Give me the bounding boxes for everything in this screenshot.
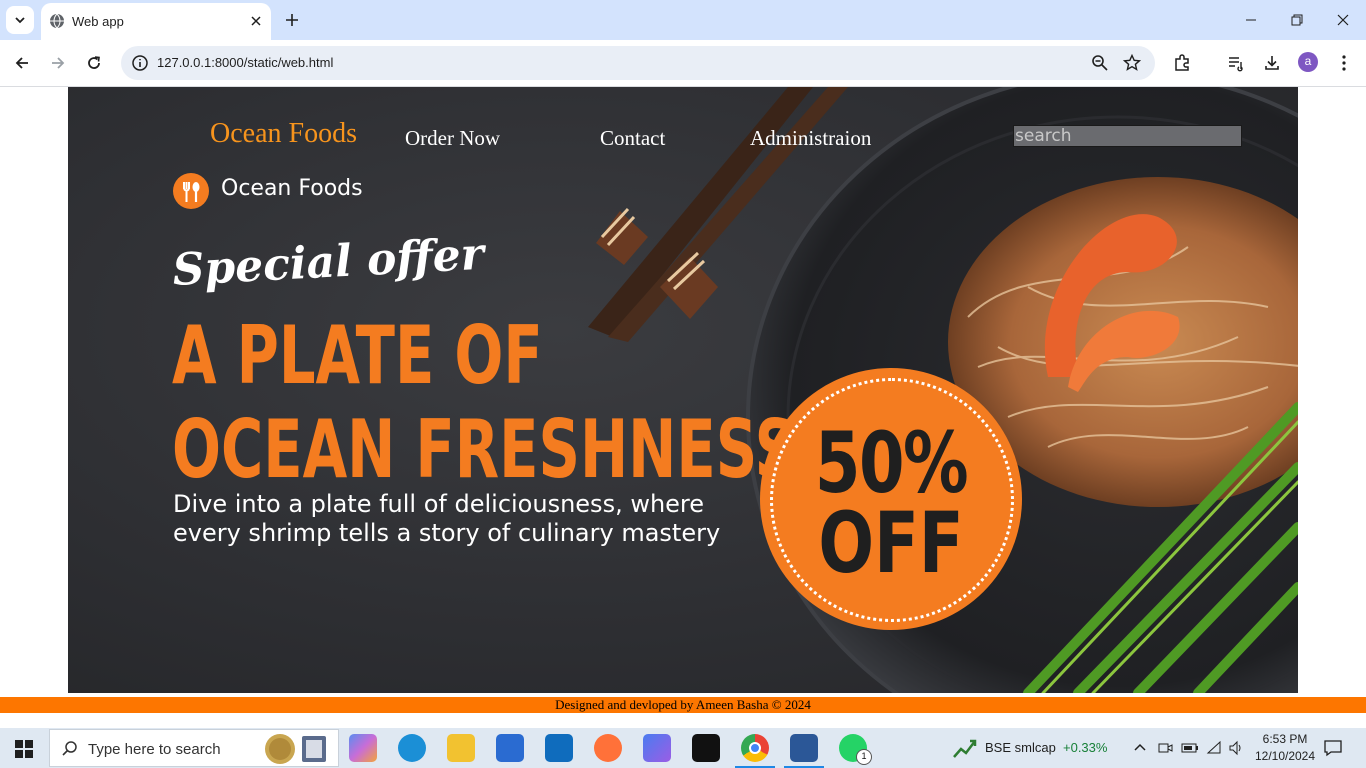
close-icon [1337, 14, 1349, 26]
chrome-app-icon[interactable] [741, 734, 769, 762]
reload-button[interactable] [82, 51, 106, 75]
bookmark-star-icon[interactable] [1123, 54, 1141, 72]
firefox-app-icon[interactable] [594, 734, 622, 762]
address-bar[interactable]: 127.0.0.1:8000/static/web.html [121, 46, 1155, 80]
windows-start-icon[interactable] [15, 740, 33, 758]
browser-menu-button[interactable] [1332, 51, 1356, 75]
outlook-app-icon[interactable] [545, 734, 573, 762]
hero-description: Dive into a plate full of deliciousness,… [173, 490, 721, 547]
page-viewport: Ocean Foods Order Now Contact Administra… [0, 87, 1366, 727]
puzzle-icon [1175, 54, 1189, 71]
restore-button[interactable] [1274, 0, 1320, 40]
forward-button[interactable] [46, 51, 70, 75]
discount-off-label: OFF [818, 494, 964, 592]
page-footer: Designed and devloped by Ameen Basha © 2… [0, 697, 1366, 713]
taskbar-search-placeholder: Type here to search [88, 741, 221, 758]
close-window-button[interactable] [1320, 0, 1366, 40]
nav-brand[interactable]: Ocean Foods [210, 118, 357, 150]
stock-widget-name[interactable]: BSE smlcap [985, 740, 1056, 755]
tab-search-button[interactable] [6, 6, 34, 34]
nav-link-contact[interactable]: Contact [600, 126, 665, 151]
restaurant-logo-icon [173, 173, 209, 209]
nav-link-administration[interactable]: Administraion [750, 126, 871, 151]
close-icon [251, 16, 261, 26]
back-button[interactable] [10, 51, 34, 75]
media-control-button[interactable] [1224, 51, 1248, 75]
browser-toolbar: 127.0.0.1:8000/static/web.html a [0, 40, 1366, 87]
edge-app-icon[interactable] [398, 734, 426, 762]
nobel-medal-icon [265, 734, 326, 764]
url-text[interactable]: 127.0.0.1:8000/static/web.html [157, 55, 333, 70]
logo-text: Ocean Foods [221, 176, 363, 201]
arrow-left-icon [15, 57, 28, 69]
profile-avatar[interactable]: a [1298, 52, 1318, 72]
clock-date[interactable]: 12/10/2024 [1250, 749, 1320, 763]
stock-widget-change[interactable]: +0.33% [1063, 740, 1107, 755]
extensions-button[interactable] [1170, 51, 1194, 75]
more-vertical-icon [1342, 55, 1346, 71]
browser-tab[interactable]: Web app [41, 3, 271, 40]
plus-icon [286, 14, 298, 26]
news-app-icon[interactable] [790, 734, 818, 762]
playlist-icon [1229, 57, 1243, 72]
tradingview-app-icon[interactable] [692, 734, 720, 762]
arrow-right-icon [52, 57, 65, 69]
file-explorer-app-icon[interactable] [447, 734, 475, 762]
tab-title: Web app [72, 14, 124, 29]
notifications-icon[interactable] [1324, 739, 1342, 757]
nav-link-order-now[interactable]: Order Now [405, 126, 500, 151]
search-icon [62, 741, 77, 756]
copilot-app-icon[interactable] [349, 734, 377, 762]
wifi-icon[interactable] [1206, 740, 1222, 756]
minimize-icon [1246, 19, 1256, 21]
download-icon [1265, 56, 1279, 70]
microsoft-365-app-icon[interactable] [643, 734, 671, 762]
chevron-down-icon [15, 17, 25, 24]
search-input[interactable] [1013, 125, 1242, 147]
whatsapp-notification-badge: 1 [856, 749, 872, 765]
store-app-icon[interactable] [496, 734, 524, 762]
hero-banner: Ocean Foods Order Now Contact Administra… [68, 87, 1298, 693]
volume-icon[interactable] [1228, 740, 1244, 756]
zoom-icon[interactable] [1091, 54, 1109, 72]
downloads-button[interactable] [1260, 51, 1284, 75]
clock-time[interactable]: 6:53 PM [1258, 732, 1312, 746]
reload-icon [88, 56, 100, 69]
tab-strip: Web app [0, 0, 1366, 40]
restore-icon [1291, 14, 1303, 26]
battery-icon[interactable] [1181, 741, 1199, 755]
tab-close-button[interactable] [247, 12, 265, 30]
info-icon[interactable] [131, 54, 149, 72]
minimize-button[interactable] [1228, 0, 1274, 40]
taskbar-search-box[interactable]: Type here to search [49, 729, 339, 767]
headline-line-2: OCEAN FRESHNESS [172, 403, 797, 496]
fork-spoon-icon [183, 182, 200, 202]
whatsapp-app-icon[interactable]: 1 [839, 734, 872, 765]
stock-chart-icon[interactable] [953, 737, 977, 759]
headline-line-1: A PLATE OF [172, 309, 543, 402]
chevron-up-icon[interactable] [1133, 741, 1147, 755]
globe-icon [50, 13, 64, 29]
meet-now-icon[interactable] [1157, 740, 1173, 756]
discount-badge: 50% OFF [760, 368, 1022, 630]
new-tab-button[interactable] [282, 10, 302, 30]
windows-taskbar: Type here to search 1 BSE smlcap +0.33% … [0, 728, 1366, 768]
